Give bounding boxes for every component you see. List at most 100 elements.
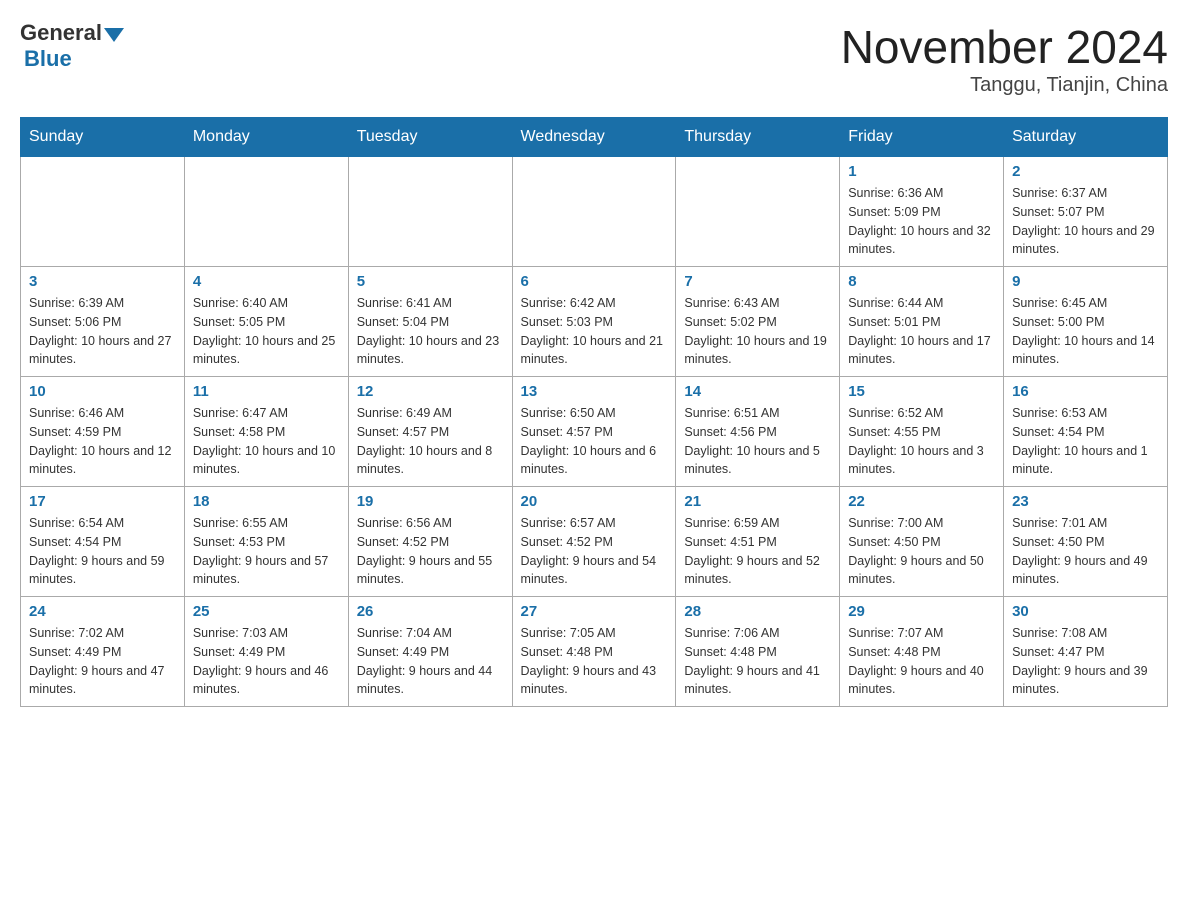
calendar-cell: 16 Sunrise: 6:53 AMSunset: 4:54 PMDayligh… xyxy=(1004,377,1168,487)
day-header-thursday: Thursday xyxy=(676,118,840,157)
day-number: 17 xyxy=(29,493,176,510)
calendar-cell: 28 Sunrise: 7:06 AMSunset: 4:48 PMDayligh… xyxy=(676,597,840,707)
day-info: Sunrise: 6:55 AMSunset: 4:53 PMDaylight:… xyxy=(193,514,340,589)
day-info: Sunrise: 7:01 AMSunset: 4:50 PMDaylight:… xyxy=(1012,514,1159,589)
day-number: 24 xyxy=(29,603,176,620)
calendar-cell: 2 Sunrise: 6:37 AMSunset: 5:07 PMDaylight… xyxy=(1004,157,1168,267)
calendar-cell: 24 Sunrise: 7:02 AMSunset: 4:49 PMDayligh… xyxy=(21,597,185,707)
week-row-1: 1 Sunrise: 6:36 AMSunset: 5:09 PMDaylight… xyxy=(21,157,1168,267)
day-info: Sunrise: 6:39 AMSunset: 5:06 PMDaylight:… xyxy=(29,294,176,369)
calendar-cell: 15Sunrise: 6:52 AMSunset: 4:55 PMDayligh… xyxy=(840,377,1004,487)
day-info: Sunrise: 6:43 AMSunset: 5:02 PMDaylight:… xyxy=(684,294,831,369)
calendar-cell: 12 Sunrise: 6:49 AMSunset: 4:57 PMDayligh… xyxy=(348,377,512,487)
day-info: Sunrise: 6:42 AMSunset: 5:03 PMDaylight:… xyxy=(521,294,668,369)
week-row-4: 17 Sunrise: 6:54 AMSunset: 4:54 PMDayligh… xyxy=(21,487,1168,597)
day-info: Sunrise: 6:36 AMSunset: 5:09 PMDaylight:… xyxy=(848,184,995,259)
calendar-cell: 29Sunrise: 7:07 AMSunset: 4:48 PMDayligh… xyxy=(840,597,1004,707)
day-number: 18 xyxy=(193,493,340,510)
day-info: Sunrise: 6:54 AMSunset: 4:54 PMDaylight:… xyxy=(29,514,176,589)
month-title: November 2024 xyxy=(841,20,1168,74)
day-number: 1 xyxy=(848,163,995,180)
calendar-cell: 18 Sunrise: 6:55 AMSunset: 4:53 PMDayligh… xyxy=(184,487,348,597)
day-number: 27 xyxy=(521,603,668,620)
day-number: 30 xyxy=(1012,603,1159,620)
day-header-tuesday: Tuesday xyxy=(348,118,512,157)
day-number: 2 xyxy=(1012,163,1159,180)
calendar-cell: 9Sunrise: 6:45 AMSunset: 5:00 PMDaylight… xyxy=(1004,267,1168,377)
day-info: Sunrise: 6:49 AMSunset: 4:57 PMDaylight:… xyxy=(357,404,504,479)
calendar-cell: 1 Sunrise: 6:36 AMSunset: 5:09 PMDaylight… xyxy=(840,157,1004,267)
title-area: November 2024 Tanggu, Tianjin, China xyxy=(841,20,1168,97)
calendar-cell: 21 Sunrise: 6:59 AMSunset: 4:51 PMDayligh… xyxy=(676,487,840,597)
calendar-cell xyxy=(512,157,676,267)
calendar-cell xyxy=(348,157,512,267)
day-number: 6 xyxy=(521,273,668,290)
day-info: Sunrise: 6:50 AMSunset: 4:57 PMDaylight:… xyxy=(521,404,668,479)
day-info: Sunrise: 6:46 AMSunset: 4:59 PMDaylight:… xyxy=(29,404,176,479)
calendar-cell: 8Sunrise: 6:44 AMSunset: 5:01 PMDaylight… xyxy=(840,267,1004,377)
day-number: 9 xyxy=(1012,273,1159,290)
day-info: Sunrise: 6:37 AMSunset: 5:07 PMDaylight:… xyxy=(1012,184,1159,259)
day-header-monday: Monday xyxy=(184,118,348,157)
day-info: Sunrise: 7:00 AMSunset: 4:50 PMDaylight:… xyxy=(848,514,995,589)
page-header: General Blue November 2024 Tanggu, Tianj… xyxy=(20,20,1168,97)
day-info: Sunrise: 6:56 AMSunset: 4:52 PMDaylight:… xyxy=(357,514,504,589)
calendar-cell: 27 Sunrise: 7:05 AMSunset: 4:48 PMDayligh… xyxy=(512,597,676,707)
day-number: 11 xyxy=(193,383,340,400)
logo-blue-text: Blue xyxy=(24,46,72,72)
day-header-friday: Friday xyxy=(840,118,1004,157)
week-row-2: 3Sunrise: 6:39 AMSunset: 5:06 PMDaylight… xyxy=(21,267,1168,377)
day-number: 16 xyxy=(1012,383,1159,400)
day-number: 28 xyxy=(684,603,831,620)
day-number: 23 xyxy=(1012,493,1159,510)
calendar-cell xyxy=(21,157,185,267)
day-info: Sunrise: 6:59 AMSunset: 4:51 PMDaylight:… xyxy=(684,514,831,589)
day-number: 22 xyxy=(848,493,995,510)
day-number: 13 xyxy=(521,383,668,400)
logo-general-text: General xyxy=(20,20,102,46)
day-info: Sunrise: 6:47 AMSunset: 4:58 PMDaylight:… xyxy=(193,404,340,479)
calendar-cell: 10 Sunrise: 6:46 AMSunset: 4:59 PMDayligh… xyxy=(21,377,185,487)
day-number: 10 xyxy=(29,383,176,400)
calendar-cell: 7 Sunrise: 6:43 AMSunset: 5:02 PMDaylight… xyxy=(676,267,840,377)
day-number: 14 xyxy=(684,383,831,400)
day-number: 19 xyxy=(357,493,504,510)
calendar-cell: 23 Sunrise: 7:01 AMSunset: 4:50 PMDayligh… xyxy=(1004,487,1168,597)
day-number: 12 xyxy=(357,383,504,400)
calendar-cell: 30 Sunrise: 7:08 AMSunset: 4:47 PMDayligh… xyxy=(1004,597,1168,707)
day-number: 5 xyxy=(357,273,504,290)
day-info: Sunrise: 7:08 AMSunset: 4:47 PMDaylight:… xyxy=(1012,624,1159,699)
day-info: Sunrise: 6:53 AMSunset: 4:54 PMDaylight:… xyxy=(1012,404,1159,479)
day-header-wednesday: Wednesday xyxy=(512,118,676,157)
day-header-sunday: Sunday xyxy=(21,118,185,157)
calendar-cell: 3Sunrise: 6:39 AMSunset: 5:06 PMDaylight… xyxy=(21,267,185,377)
calendar-cell: 6 Sunrise: 6:42 AMSunset: 5:03 PMDaylight… xyxy=(512,267,676,377)
calendar-cell: 17 Sunrise: 6:54 AMSunset: 4:54 PMDayligh… xyxy=(21,487,185,597)
day-info: Sunrise: 7:02 AMSunset: 4:49 PMDaylight:… xyxy=(29,624,176,699)
day-number: 21 xyxy=(684,493,831,510)
calendar-cell: 13 Sunrise: 6:50 AMSunset: 4:57 PMDayligh… xyxy=(512,377,676,487)
day-number: 7 xyxy=(684,273,831,290)
calendar-table: SundayMondayTuesdayWednesdayThursdayFrid… xyxy=(20,117,1168,707)
week-row-3: 10 Sunrise: 6:46 AMSunset: 4:59 PMDayligh… xyxy=(21,377,1168,487)
day-info: Sunrise: 6:40 AMSunset: 5:05 PMDaylight:… xyxy=(193,294,340,369)
calendar-cell: 20Sunrise: 6:57 AMSunset: 4:52 PMDayligh… xyxy=(512,487,676,597)
calendar-cell xyxy=(184,157,348,267)
day-number: 26 xyxy=(357,603,504,620)
logo: General Blue xyxy=(20,20,124,72)
day-info: Sunrise: 7:05 AMSunset: 4:48 PMDaylight:… xyxy=(521,624,668,699)
logo-arrow-icon xyxy=(104,28,124,42)
calendar-cell: 4Sunrise: 6:40 AMSunset: 5:05 PMDaylight… xyxy=(184,267,348,377)
day-info: Sunrise: 7:07 AMSunset: 4:48 PMDaylight:… xyxy=(848,624,995,699)
day-info: Sunrise: 7:06 AMSunset: 4:48 PMDaylight:… xyxy=(684,624,831,699)
day-number: 8 xyxy=(848,273,995,290)
day-header-saturday: Saturday xyxy=(1004,118,1168,157)
calendar-cell: 14Sunrise: 6:51 AMSunset: 4:56 PMDayligh… xyxy=(676,377,840,487)
day-info: Sunrise: 7:04 AMSunset: 4:49 PMDaylight:… xyxy=(357,624,504,699)
calendar-cell: 22 Sunrise: 7:00 AMSunset: 4:50 PMDayligh… xyxy=(840,487,1004,597)
calendar-cell xyxy=(676,157,840,267)
calendar-cell: 26 Sunrise: 7:04 AMSunset: 4:49 PMDayligh… xyxy=(348,597,512,707)
day-info: Sunrise: 7:03 AMSunset: 4:49 PMDaylight:… xyxy=(193,624,340,699)
day-number: 20 xyxy=(521,493,668,510)
calendar-cell: 19 Sunrise: 6:56 AMSunset: 4:52 PMDayligh… xyxy=(348,487,512,597)
